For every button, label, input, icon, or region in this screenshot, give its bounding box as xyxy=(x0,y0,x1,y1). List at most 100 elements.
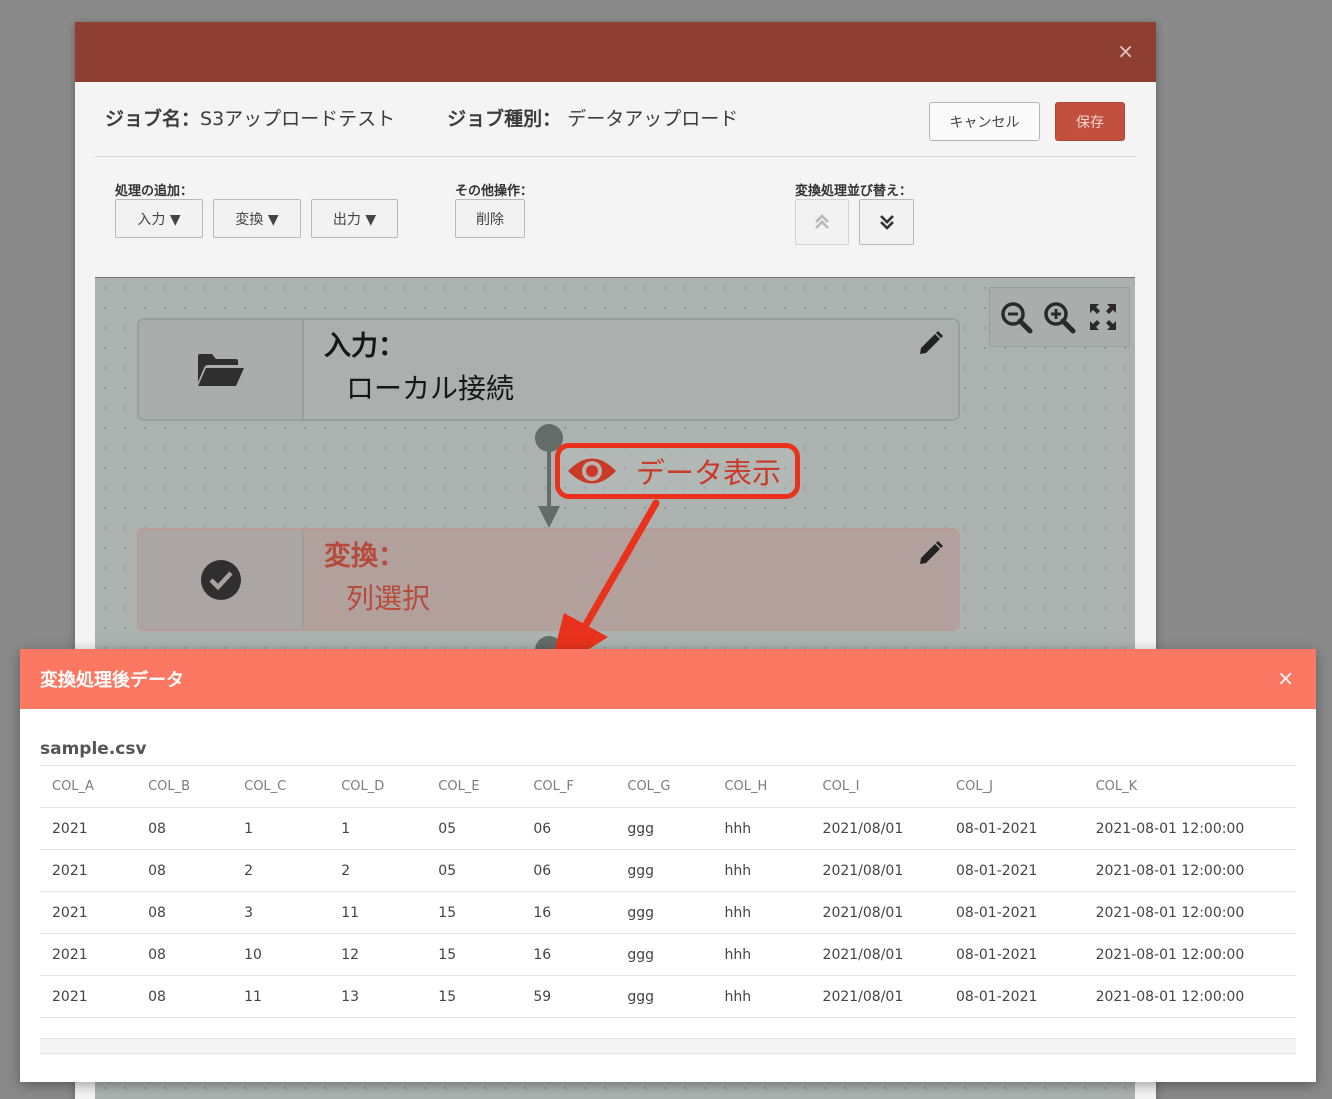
table-cell: 08-01-2021 xyxy=(944,933,1084,976)
table-cell: ggg xyxy=(615,891,713,934)
table-cell: 2021-08-01 12:00:00 xyxy=(1083,891,1296,934)
table-cell: 2021-08-01 12:00:00 xyxy=(1083,975,1296,1018)
job-name-label: ジョブ名： xyxy=(105,108,201,130)
column-header: COL_D xyxy=(329,765,427,808)
node-subtitle: ローカル接続 xyxy=(346,372,515,405)
table-cell: 2 xyxy=(232,849,330,892)
table-cell: 08-01-2021 xyxy=(944,891,1084,934)
table-cell: 2021 xyxy=(40,891,137,934)
table-cell: 2021 xyxy=(40,933,137,976)
table-header-row: COL_A COL_B COL_C COL_D COL_E COL_F COL_G COL_H… xyxy=(40,765,1296,808)
table-cell: ggg xyxy=(615,975,713,1018)
column-header: COL_A xyxy=(40,765,137,808)
table-cell: 2021-08-01 12:00:00 xyxy=(1083,849,1296,892)
table-row: 2021 08 10 12 15 16 ggg hhh 2021/08/01 08-01-2021… xyxy=(40,933,1296,976)
move-up-button[interactable] xyxy=(795,199,849,245)
zoom-in-icon[interactable] xyxy=(1042,300,1076,334)
column-header: COL_J xyxy=(944,765,1084,808)
job-name-value: S3アップロードテスト xyxy=(200,108,396,130)
job-name-field: ジョブ名：S3アップロードテスト xyxy=(105,104,395,131)
modal-body: sample.csv COL_A COL_B COL_C COL_D COL_E COL_… xyxy=(20,709,1316,1054)
table-cell: 1 xyxy=(329,807,427,850)
table-cell: 06 xyxy=(521,807,616,850)
add-input-dropdown[interactable]: 入力 ▼ xyxy=(115,199,203,238)
table-cell: 13 xyxy=(329,975,427,1018)
table-cell: 06 xyxy=(521,849,616,892)
add-process-label: 処理の追加： xyxy=(115,184,194,199)
eye-icon xyxy=(568,458,616,484)
table-cell: 2021/08/01 xyxy=(810,933,945,976)
table-cell: 08 xyxy=(136,933,233,976)
pencil-icon[interactable] xyxy=(916,330,944,358)
table-cell: 16 xyxy=(521,891,616,934)
table-cell: 15 xyxy=(426,933,522,976)
delete-button[interactable]: 削除 xyxy=(455,199,525,238)
check-circle-icon xyxy=(200,559,241,600)
table-cell: 08 xyxy=(136,891,233,934)
table-cell: 08-01-2021 xyxy=(944,807,1084,850)
add-output-dropdown[interactable]: 出力 ▼ xyxy=(311,199,398,238)
table-cell: 05 xyxy=(426,807,522,850)
data-view-label: データ表示 xyxy=(636,456,782,490)
data-view-callout[interactable]: データ表示 xyxy=(555,443,800,499)
column-header: COL_B xyxy=(136,765,233,808)
data-table: COL_A COL_B COL_C COL_D COL_E COL_F COL_G COL_H… xyxy=(40,765,1296,1018)
double-chevron-down-icon xyxy=(879,215,894,230)
job-type-field: ジョブ種別： データアップロード xyxy=(447,104,738,131)
job-info: ジョブ名：S3アップロードテスト ジョブ種別： データアップロード xyxy=(105,104,738,131)
table-cell: ggg xyxy=(615,933,713,976)
fit-screen-icon[interactable] xyxy=(1086,300,1120,334)
table-cell: 2021-08-01 12:00:00 xyxy=(1083,807,1296,850)
add-transform-dropdown[interactable]: 変換 ▼ xyxy=(213,199,301,238)
node-title: 入力： xyxy=(324,331,405,362)
table-cell: 15 xyxy=(426,975,522,1018)
table-cell: 08 xyxy=(136,975,233,1018)
transformed-data-modal: 変換処理後データ × sample.csv COL_A COL_B COL_C COL… xyxy=(20,649,1316,1082)
table-cell: 08 xyxy=(136,849,233,892)
move-down-button[interactable] xyxy=(859,199,914,245)
column-header: COL_E xyxy=(426,765,522,808)
cancel-button[interactable]: キャンセル xyxy=(929,102,1040,141)
flow-node-input[interactable]: 入力： ローカル接続 xyxy=(137,318,960,421)
table-cell: ggg xyxy=(615,807,713,850)
table-cell: 1 xyxy=(232,807,330,850)
modal-title: 変換処理後データ xyxy=(40,670,184,691)
editor-close-button[interactable]: × xyxy=(1117,39,1134,63)
column-header: COL_I xyxy=(810,765,945,808)
node-text: 入力： ローカル接続 xyxy=(304,320,958,419)
table-row: 2021 08 3 11 15 16 ggg hhh 2021/08/01 08-01-2021 2… xyxy=(40,891,1296,934)
table-cell: 2 xyxy=(329,849,427,892)
table-cell: 2021 xyxy=(40,975,137,1018)
table-cell: 2021 xyxy=(40,807,137,850)
table-header: COL_A COL_B COL_C COL_D COL_E COL_F COL_G COL_H… xyxy=(40,765,1296,808)
table-cell: 08-01-2021 xyxy=(944,849,1084,892)
table-cell: 2021 xyxy=(40,849,137,892)
modal-close-button[interactable]: × xyxy=(1277,666,1294,690)
table-cell: 59 xyxy=(521,975,616,1018)
zoom-controls xyxy=(989,287,1130,347)
folder-open-icon xyxy=(197,353,244,386)
save-button[interactable]: 保存 xyxy=(1055,102,1125,141)
table-cell: 08 xyxy=(136,807,233,850)
table-cell: hhh xyxy=(712,807,811,850)
double-chevron-up-icon xyxy=(815,214,829,229)
table-cell: 08-01-2021 xyxy=(944,975,1084,1018)
node-icon-cell xyxy=(139,530,304,629)
pencil-icon[interactable] xyxy=(916,540,944,568)
column-header: COL_F xyxy=(521,765,616,808)
node-icon-cell xyxy=(139,320,304,419)
table-cell: 2021/08/01 xyxy=(810,849,945,892)
table-cell: hhh xyxy=(712,849,811,892)
horizontal-scrollbar[interactable] xyxy=(40,1038,1296,1054)
zoom-out-icon[interactable] xyxy=(999,300,1033,334)
table-cell: hhh xyxy=(712,933,811,976)
job-type-label: ジョブ種別： xyxy=(447,108,562,130)
table-cell: 2021/08/01 xyxy=(810,807,945,850)
table-row: 2021 08 11 13 15 59 ggg hhh 2021/08/01 08-01-2021… xyxy=(40,975,1296,1018)
table-cell: 3 xyxy=(232,891,330,934)
table-cell: 16 xyxy=(521,933,616,976)
file-name: sample.csv xyxy=(40,739,147,759)
table-cell: 05 xyxy=(426,849,522,892)
table-cell: 2021/08/01 xyxy=(810,975,945,1018)
column-header: COL_K xyxy=(1083,765,1296,808)
